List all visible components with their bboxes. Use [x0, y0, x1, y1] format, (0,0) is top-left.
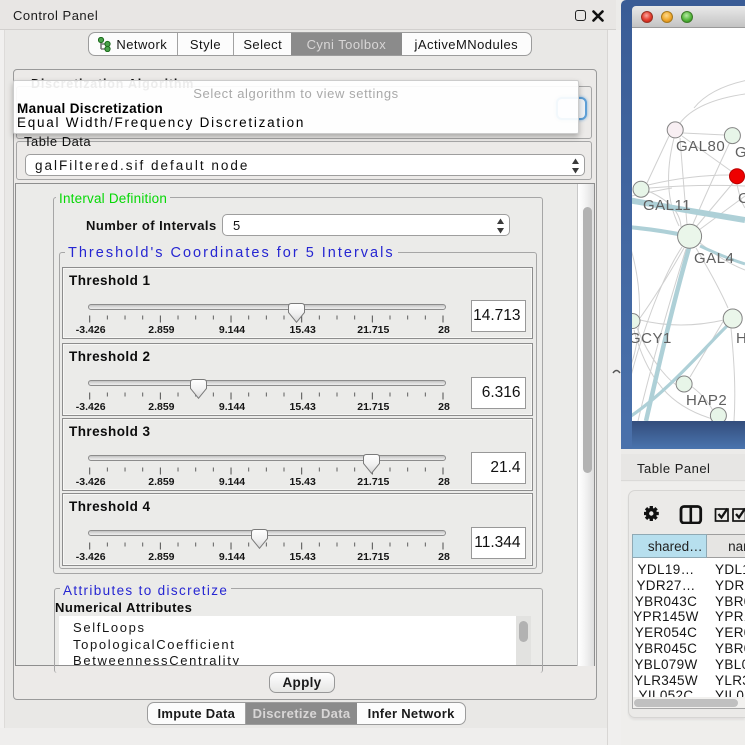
svg-text:HAP2: HAP2 — [686, 392, 727, 409]
svg-text:GCY1: GCY1 — [632, 330, 672, 347]
svg-text:GAL4: GAL4 — [694, 250, 734, 267]
svg-text:GAL11: GAL11 — [643, 197, 691, 214]
svg-text:GA: GA — [735, 144, 745, 161]
svg-text:C: C — [738, 190, 745, 207]
svg-text:GAL80: GAL80 — [676, 138, 725, 155]
svg-text:H: H — [736, 330, 745, 347]
